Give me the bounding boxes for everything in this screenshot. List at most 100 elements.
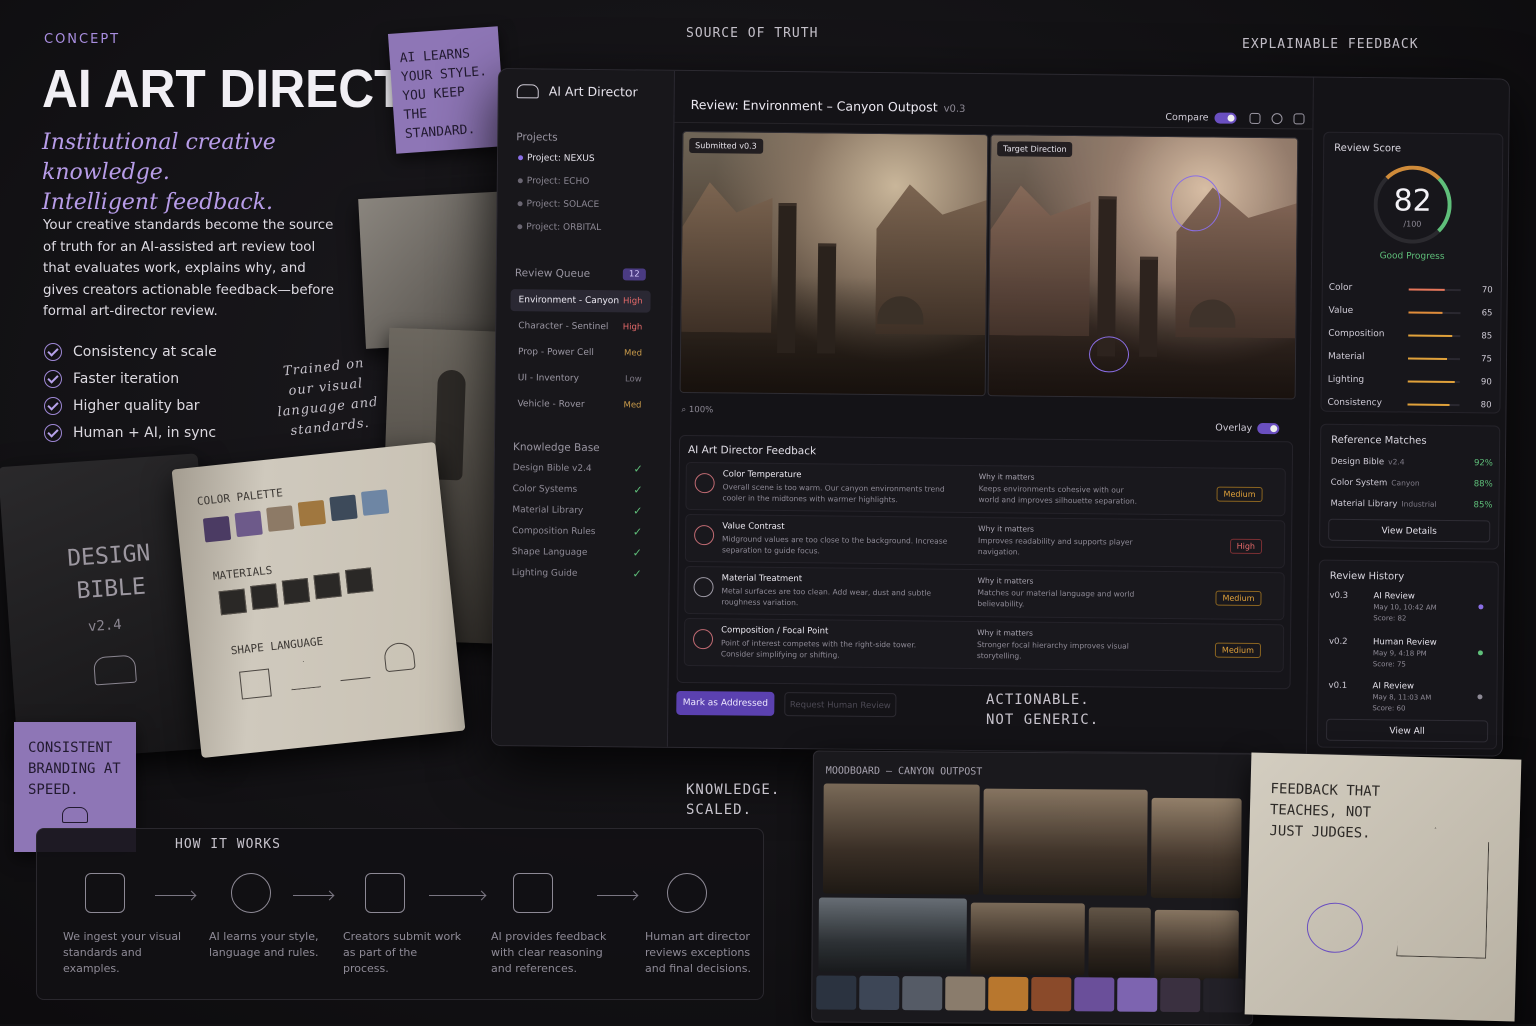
kb-item[interactable]: Design Bible v2.4✓: [513, 463, 643, 474]
mark-addressed-button[interactable]: Mark as Addressed: [676, 691, 774, 716]
arrow-icon: [155, 895, 195, 896]
color-swatch: [1031, 977, 1071, 1011]
history-item[interactable]: v0.2Human ReviewMay 9, 4:18 PMScore: 75: [1329, 637, 1493, 639]
moodboard-image[interactable]: [1154, 910, 1238, 981]
view-all-button[interactable]: View All: [1326, 719, 1488, 743]
metric-row: Lighting90: [1328, 375, 1492, 391]
moodboard-image[interactable]: [818, 898, 967, 973]
moodboard-image[interactable]: [1151, 798, 1242, 899]
queue-item[interactable]: UI - InventoryLow: [510, 367, 650, 390]
view-details-button[interactable]: View Details: [1328, 519, 1490, 543]
status-dot: [518, 201, 523, 206]
queue-item[interactable]: Character - SentinelHigh: [510, 315, 650, 338]
kb-label: Material Library: [512, 505, 583, 516]
status-dot: [518, 155, 523, 160]
project-item-orbital[interactable]: Project: ORBITAL: [517, 222, 601, 233]
feedback-row[interactable]: Value Contrast Midground values are too …: [685, 514, 1285, 568]
color-swatch: [859, 976, 899, 1010]
history-item[interactable]: v0.3AI ReviewMay 10, 10:42 AMScore: 82: [1330, 591, 1494, 593]
shape-heading: SHAPE LANGUAGE: [230, 635, 324, 658]
history-item[interactable]: v0.1AI ReviewMay 8, 11:03 AMScore: 60: [1329, 681, 1493, 683]
benefit-text: Faster iteration: [73, 371, 179, 387]
how-step: AI provides feedback with clear reasonin…: [491, 873, 611, 977]
benefit-text: Human + AI, in sync: [73, 425, 216, 441]
feedback-row-description: Point of interest competes with the righ…: [721, 637, 951, 661]
book-version: v2.4: [87, 617, 122, 635]
moodboard-title: MOODBOARD – CANYON OUTPOST: [826, 766, 983, 778]
references-heading: Reference Matches: [1331, 435, 1427, 447]
severity-badge: Medium: [1216, 487, 1262, 502]
material-swatch: [313, 573, 341, 600]
request-human-review-button[interactable]: Request Human Review: [784, 692, 896, 717]
priority-label: High: [623, 322, 643, 332]
sketch-note: FEEDBACK THAT TEACHES, NOT JUST JUDGES.: [1269, 779, 1401, 845]
metric-row: Material75: [1328, 352, 1492, 368]
check-icon: ✓: [633, 525, 642, 538]
reference-sub: v2.4: [1388, 457, 1404, 466]
zoom-controls[interactable]: ⌕ 100%: [681, 405, 713, 415]
material-swatch: [345, 567, 373, 594]
network-icon: [231, 873, 271, 913]
app-logo[interactable]: AI Art Director: [517, 83, 638, 99]
check-icon: ✓: [634, 462, 643, 475]
metric-bar: [1408, 404, 1460, 407]
project-item-echo[interactable]: Project: ECHO: [518, 176, 590, 187]
moodboard-image[interactable]: [983, 789, 1148, 896]
overlay-toggle[interactable]: [1257, 423, 1279, 434]
check-icon: [44, 424, 62, 442]
feedback-row[interactable]: Color Temperature Overall scene is too w…: [685, 462, 1285, 516]
feedback-row[interactable]: Material Treatment Metal surfaces are to…: [684, 566, 1284, 620]
tower-shape: [1097, 196, 1117, 356]
color-swatch: [988, 977, 1028, 1011]
feedback-row-description: Midground values are too close to the ba…: [722, 533, 952, 557]
queue-item[interactable]: Environment - CanyonHigh: [510, 289, 650, 312]
palette-swatch: [266, 505, 294, 532]
score-value: 82: [1377, 183, 1447, 219]
app-name: AI Art Director: [549, 84, 638, 100]
moodboard-image[interactable]: [1088, 907, 1150, 977]
feedback-row-title: Value Contrast: [722, 521, 784, 532]
kb-item[interactable]: Shape Language✓: [512, 547, 642, 558]
pinned-sketch: [358, 191, 518, 349]
metric-fill: [1408, 358, 1447, 360]
cliff-shape: [681, 182, 773, 333]
queue-item[interactable]: Vehicle - RoverMed: [509, 393, 649, 416]
moodboard-image[interactable]: [970, 903, 1084, 976]
kb-item[interactable]: Lighting Guide✓: [512, 568, 642, 579]
annotation-actionable: ACTIONABLE. NOT GENERIC.: [986, 690, 1106, 730]
why-text: Matches our material language and world …: [977, 587, 1137, 611]
contrast-icon: [694, 525, 714, 545]
metric-bar: [1408, 358, 1460, 361]
settings-icon[interactable]: [1271, 113, 1282, 124]
why-label: Why it matters: [979, 472, 1035, 482]
grid-icon[interactable]: [1249, 113, 1260, 124]
feedback-row[interactable]: Composition / Focal Point Point of inter…: [684, 618, 1284, 672]
priority-label: High: [623, 296, 643, 306]
kb-item[interactable]: Composition Rules✓: [512, 526, 642, 537]
feedback-title: AI Art Director Feedback: [688, 444, 816, 457]
benefit-item: Higher quality bar: [44, 392, 217, 419]
kb-item[interactable]: Color Systems✓: [513, 484, 643, 495]
compare-toggle[interactable]: [1214, 113, 1236, 124]
target-direction-image[interactable]: Target Direction: [988, 134, 1299, 399]
submitted-image[interactable]: Submitted v0.3: [680, 131, 989, 396]
reference-item: Color SystemCanyon88%: [1331, 478, 1495, 490]
metric-bar: [1409, 289, 1461, 292]
project-item-solace[interactable]: Project: SOLACE: [518, 199, 600, 210]
why-label: Why it matters: [978, 524, 1034, 534]
triangle-shape-icon: [288, 659, 321, 690]
kb-label: Lighting Guide: [512, 568, 578, 579]
check-icon: [44, 370, 62, 388]
history-version: v0.1: [1329, 681, 1348, 691]
moodboard-image[interactable]: [823, 784, 980, 895]
step-text: Human art director reviews exceptions an…: [645, 929, 765, 977]
focal-point-icon: [693, 629, 713, 649]
status-dot: [1478, 650, 1483, 655]
metric-name: Lighting: [1328, 375, 1364, 385]
kb-item[interactable]: Material Library✓: [512, 505, 642, 516]
feedback-row-title: Composition / Focal Point: [721, 625, 828, 636]
how-it-works-title: HOW IT WORKS: [175, 837, 281, 852]
project-item-nexus[interactable]: Project: NEXUS: [518, 153, 595, 164]
queue-item[interactable]: Prop - Power CellMed: [510, 341, 650, 364]
fullscreen-icon[interactable]: [1293, 113, 1304, 124]
